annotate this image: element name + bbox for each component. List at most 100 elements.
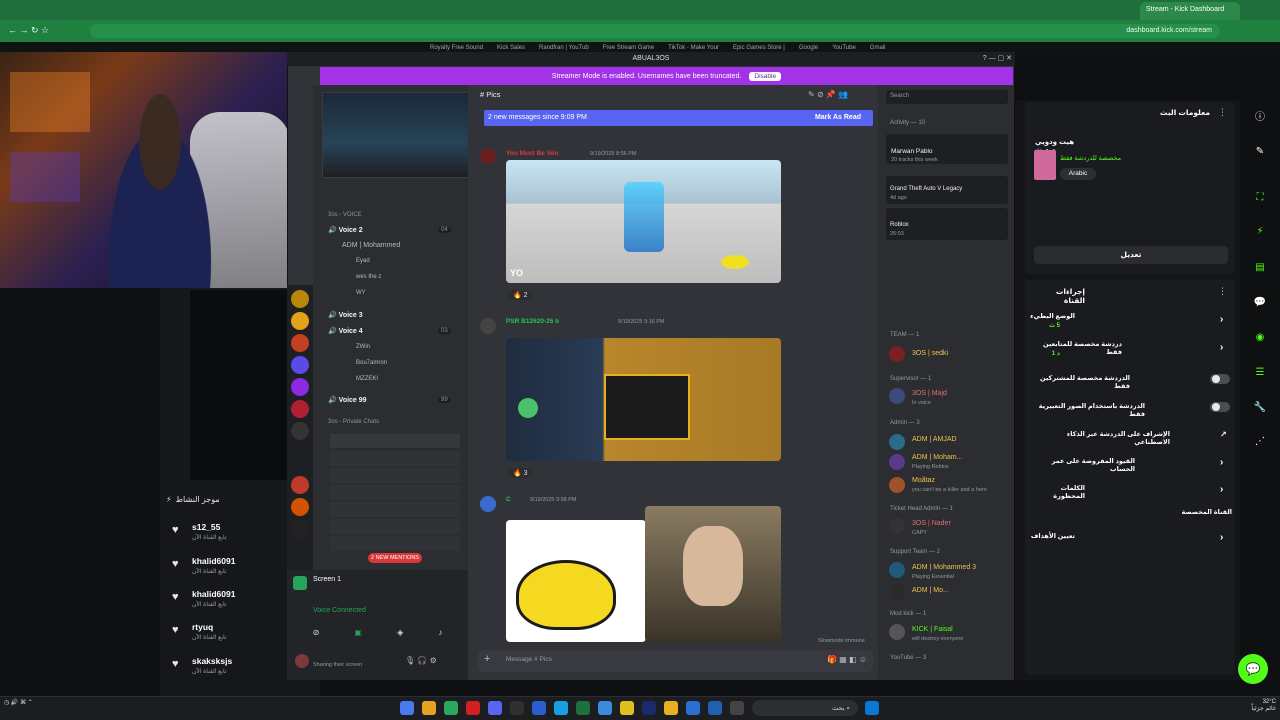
emote-only-row[interactable]: الدردشة باستخدام الصور التعبيرية فقط [1030,400,1230,426]
emoji-icon[interactable]: ☺ [859,655,867,664]
minimize-icon[interactable]: — [989,55,996,62]
subscribers-only-toggle[interactable] [1210,374,1230,384]
voice-user[interactable]: ZWin [356,344,370,350]
text-channel[interactable] [330,451,460,466]
pin-icon[interactable]: 📌 [826,90,836,99]
avatar[interactable] [889,584,905,600]
channel-voice-99[interactable]: 🔊 Voice 99 [328,396,367,404]
member-name[interactable]: 3OS | Majd [912,390,947,397]
member-name[interactable]: 3OS | Nader [912,520,951,527]
voice-user[interactable]: ADM | Mohammed [342,242,400,249]
avatar[interactable] [480,496,496,512]
voice-user[interactable]: Eyad [356,258,370,264]
server-icon[interactable] [291,356,309,374]
channel-voice-3[interactable]: 🔊 Voice 3 [328,311,363,319]
taskbar-app[interactable] [730,701,744,715]
new-messages-bar[interactable]: 2 new messages since 9:09 PM Mark As Rea… [484,110,873,126]
gift-icon[interactable]: 🎁 [827,655,837,664]
star-icon[interactable]: ☆ [41,25,49,35]
bolt-icon[interactable]: ⚡ [1250,222,1270,242]
server-icon[interactable] [291,378,309,396]
clock-icon[interactable]: ◷ [4,700,9,706]
clipboard-icon[interactable]: ▤ [1250,258,1270,278]
browser-tab-active[interactable]: Stream - Kick Dashboard [1140,2,1240,20]
threads-icon[interactable]: ✎ [808,90,815,99]
layout-icon[interactable]: ⛶ [1250,188,1270,208]
subscribers-only-row[interactable]: الدردشة مخصصة للمشتركين فقط [1030,372,1230,398]
edit-button[interactable]: تعديل [1034,246,1228,264]
text-channel[interactable] [330,468,460,483]
avatar[interactable] [889,518,905,534]
member-name[interactable]: ADM | Moham... [912,454,962,461]
voice-user[interactable]: WY [356,290,366,296]
account-age-row[interactable]: › القيود المفروضة على عمر الحساب [1030,455,1230,481]
server-icon[interactable] [291,334,309,352]
server-icon[interactable] [291,498,309,516]
gear-icon[interactable]: ⚙ [430,656,437,665]
maximize-icon[interactable]: ▢ [998,55,1005,62]
screen-icon[interactable]: ▣ [354,628,362,642]
banned-words-row[interactable]: › الكلمات المحظورة [1030,482,1230,508]
avatar[interactable] [889,346,905,362]
channel-voice-4[interactable]: 🔊 Voice 4 [328,327,363,335]
channel-voice-2[interactable]: 🔊 Voice 2 [328,226,363,234]
taskbar-app[interactable] [466,701,480,715]
member-name[interactable]: ADM | Mohammed 3 [912,564,976,571]
member-name[interactable]: ADM | Mo... [912,587,949,594]
avatar[interactable] [889,454,905,470]
message-author[interactable]: You Must Be Ven [506,150,558,157]
members-icon[interactable]: 👥 [838,90,848,99]
activity-icon[interactable]: ◈ [397,628,403,642]
taskbar-app[interactable] [708,701,722,715]
avatar[interactable] [889,477,905,493]
reaction[interactable]: 🔥 3 [508,468,533,478]
taskbar-app[interactable] [664,701,678,715]
edit-icon[interactable]: ✎ [1250,142,1270,162]
text-channel[interactable] [330,434,460,449]
network-icon[interactable]: ⌘ [20,700,26,706]
message-input[interactable]: + Message # Pics 🎁 ▦ ◧ ☺ [478,650,873,672]
member-name[interactable]: 3OS | sedki [912,350,948,357]
avatar[interactable] [889,434,905,450]
taskbar-app[interactable] [642,701,656,715]
message-author[interactable]: C [506,496,511,503]
text-channel[interactable] [330,502,460,517]
text-channel[interactable] [330,485,460,500]
message-author[interactable]: PSR B12620-26 b [506,318,559,325]
server-icon[interactable] [291,476,309,494]
voice-connected[interactable]: Voice Connected [313,607,366,614]
sticker-icon[interactable]: ◧ [849,655,857,664]
voice-user[interactable]: MZZEKI [356,376,378,382]
plus-icon[interactable]: + [484,653,490,665]
server-icon[interactable] [291,400,309,418]
taskbar-search[interactable]: بحث ⌕ [752,700,858,716]
taskbar-app[interactable] [444,701,458,715]
disable-button[interactable]: Disable [749,71,782,81]
text-channel[interactable] [330,536,460,551]
weather-widget[interactable]: 32°C غائم جزئياً [1212,699,1276,719]
server-icon[interactable] [291,312,309,330]
server-icon[interactable] [291,290,309,308]
taskbar-app[interactable] [554,701,568,715]
ai-moderation-row[interactable]: ↗ الإشراف على الدردشة عبر الذكاء الاصطنا… [1030,428,1230,454]
gif-attachment[interactable] [645,506,781,642]
taskbar-app[interactable] [598,701,612,715]
member-name[interactable]: Moãtaz [912,477,935,484]
back-icon[interactable]: ← [8,25,17,35]
camera-off-icon[interactable]: ⊘ [313,628,320,642]
sticker-bee[interactable] [506,520,646,642]
broadcast-icon[interactable]: ◉ [1250,328,1270,348]
more-options-icon[interactable]: ⋮ [1218,286,1227,297]
category-private[interactable]: 3os - Private Chats [328,419,379,425]
reload-icon[interactable]: ↻ [31,25,39,35]
close-icon[interactable]: ✕ [1006,55,1012,62]
server-icon[interactable] [291,520,309,538]
taskbar-app[interactable] [576,701,590,715]
mute-icon[interactable]: ⊘ [817,90,824,99]
volume-icon[interactable]: 🔊 [11,700,18,706]
server-icon[interactable] [291,422,309,440]
search-input[interactable]: Search [886,90,1008,104]
start-button[interactable] [865,701,879,715]
headphones-icon[interactable]: 🎧 [417,656,427,665]
member-name[interactable]: KICK | Faisal [912,626,953,633]
